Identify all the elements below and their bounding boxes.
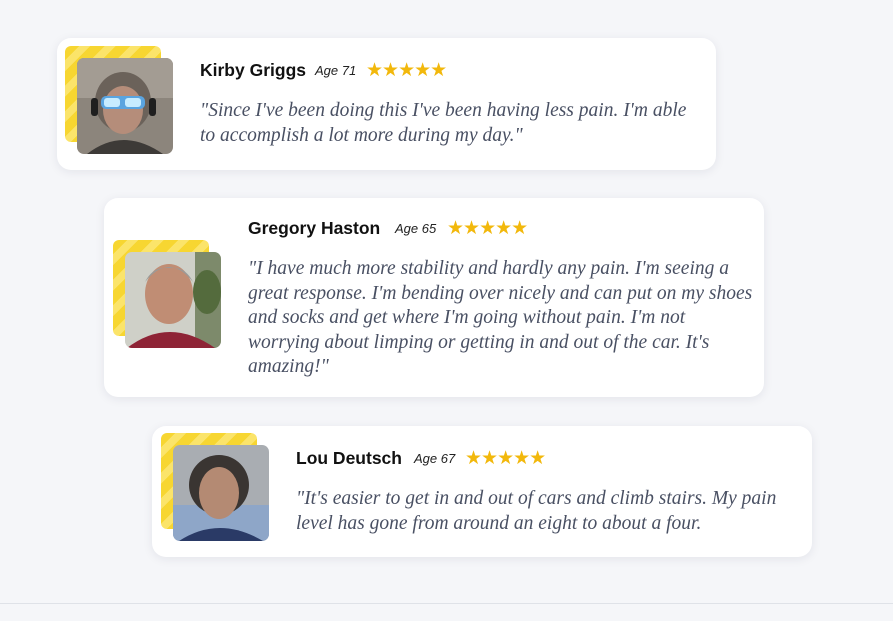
avatar <box>173 445 269 541</box>
avatar-frame <box>113 240 225 352</box>
star-rating-icon: ★★★★★ <box>366 59 447 81</box>
testimonial-quote: "It's easier to get in and out of cars a… <box>296 488 777 534</box>
reviewer-name: Gregory Haston <box>248 218 381 238</box>
star-rating-icon: ★★★★★ <box>465 447 546 469</box>
section-divider <box>0 603 893 604</box>
reviewer-name: Kirby Griggs <box>200 60 306 80</box>
avatar-frame <box>161 433 273 545</box>
testimonial-card: Lou Deutsch Age 67 ★★★★★ "It's easier to… <box>152 426 812 557</box>
testimonial-card: Kirby Griggs Age 71 ★★★★★ "Since I've be… <box>57 38 716 170</box>
reviewer-age: Age 65 <box>395 221 437 236</box>
reviewer-age: Age 67 <box>414 451 456 466</box>
avatar <box>77 58 173 154</box>
avatar-frame <box>65 46 177 158</box>
testimonial-quote: "Since I've been doing this I've been ha… <box>200 100 687 146</box>
reviewer-name: Lou Deutsch <box>296 448 402 468</box>
testimonial-quote: "I have much more stability and hardly a… <box>248 258 753 377</box>
testimonial-card: Gregory Haston Age 65 ★★★★★ "I have much… <box>104 198 764 397</box>
star-rating-icon: ★★★★★ <box>447 217 528 239</box>
avatar <box>125 252 221 348</box>
reviewer-age: Age 71 <box>315 63 357 78</box>
